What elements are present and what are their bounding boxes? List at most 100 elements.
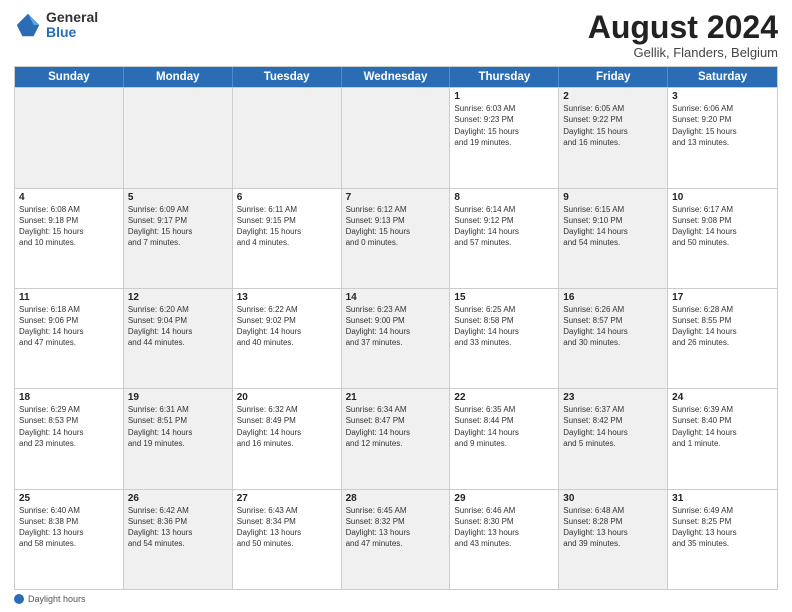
day-number: 21: [346, 392, 446, 403]
cal-cell-22: 22Sunrise: 6:35 AM Sunset: 8:44 PM Dayli…: [450, 389, 559, 488]
cell-data: Sunrise: 6:29 AM Sunset: 8:53 PM Dayligh…: [19, 404, 119, 449]
day-number: 17: [672, 292, 773, 303]
cell-data: Sunrise: 6:18 AM Sunset: 9:06 PM Dayligh…: [19, 304, 119, 349]
cell-data: Sunrise: 6:25 AM Sunset: 8:58 PM Dayligh…: [454, 304, 554, 349]
page: General Blue August 2024 Gellik, Flander…: [0, 0, 792, 612]
cal-cell-9: 9Sunrise: 6:15 AM Sunset: 9:10 PM Daylig…: [559, 189, 668, 288]
cal-cell-7: 7Sunrise: 6:12 AM Sunset: 9:13 PM Daylig…: [342, 189, 451, 288]
cell-data: Sunrise: 6:49 AM Sunset: 8:25 PM Dayligh…: [672, 505, 773, 550]
day-header-saturday: Saturday: [668, 67, 777, 87]
day-number: 6: [237, 192, 337, 203]
calendar-week-0: 1Sunrise: 6:03 AM Sunset: 9:23 PM Daylig…: [15, 87, 777, 187]
calendar-header: SundayMondayTuesdayWednesdayThursdayFrid…: [15, 67, 777, 87]
cal-cell-2: 2Sunrise: 6:05 AM Sunset: 9:22 PM Daylig…: [559, 88, 668, 187]
day-number: 23: [563, 392, 663, 403]
day-number: 19: [128, 392, 228, 403]
day-number: 27: [237, 493, 337, 504]
cal-cell-5: 5Sunrise: 6:09 AM Sunset: 9:17 PM Daylig…: [124, 189, 233, 288]
cell-data: Sunrise: 6:23 AM Sunset: 9:00 PM Dayligh…: [346, 304, 446, 349]
day-number: 28: [346, 493, 446, 504]
calendar-week-3: 18Sunrise: 6:29 AM Sunset: 8:53 PM Dayli…: [15, 388, 777, 488]
day-number: 5: [128, 192, 228, 203]
cal-cell-29: 29Sunrise: 6:46 AM Sunset: 8:30 PM Dayli…: [450, 490, 559, 589]
cal-cell-3: 3Sunrise: 6:06 AM Sunset: 9:20 PM Daylig…: [668, 88, 777, 187]
cell-data: Sunrise: 6:12 AM Sunset: 9:13 PM Dayligh…: [346, 204, 446, 249]
cal-cell-6: 6Sunrise: 6:11 AM Sunset: 9:15 PM Daylig…: [233, 189, 342, 288]
cal-cell-8: 8Sunrise: 6:14 AM Sunset: 9:12 PM Daylig…: [450, 189, 559, 288]
day-number: 8: [454, 192, 554, 203]
cell-data: Sunrise: 6:09 AM Sunset: 9:17 PM Dayligh…: [128, 204, 228, 249]
cell-data: Sunrise: 6:20 AM Sunset: 9:04 PM Dayligh…: [128, 304, 228, 349]
day-number: 29: [454, 493, 554, 504]
day-number: 11: [19, 292, 119, 303]
cell-data: Sunrise: 6:34 AM Sunset: 8:47 PM Dayligh…: [346, 404, 446, 449]
logo: General Blue: [14, 10, 98, 41]
day-number: 24: [672, 392, 773, 403]
day-number: 16: [563, 292, 663, 303]
cell-data: Sunrise: 6:28 AM Sunset: 8:55 PM Dayligh…: [672, 304, 773, 349]
cal-cell-23: 23Sunrise: 6:37 AM Sunset: 8:42 PM Dayli…: [559, 389, 668, 488]
calendar: SundayMondayTuesdayWednesdayThursdayFrid…: [14, 66, 778, 590]
header: General Blue August 2024 Gellik, Flander…: [14, 10, 778, 60]
cal-cell-27: 27Sunrise: 6:43 AM Sunset: 8:34 PM Dayli…: [233, 490, 342, 589]
cal-cell-12: 12Sunrise: 6:20 AM Sunset: 9:04 PM Dayli…: [124, 289, 233, 388]
cell-data: Sunrise: 6:15 AM Sunset: 9:10 PM Dayligh…: [563, 204, 663, 249]
cell-data: Sunrise: 6:05 AM Sunset: 9:22 PM Dayligh…: [563, 103, 663, 148]
day-number: 15: [454, 292, 554, 303]
day-number: 12: [128, 292, 228, 303]
cell-data: Sunrise: 6:35 AM Sunset: 8:44 PM Dayligh…: [454, 404, 554, 449]
day-number: 26: [128, 493, 228, 504]
cal-cell-11: 11Sunrise: 6:18 AM Sunset: 9:06 PM Dayli…: [15, 289, 124, 388]
cal-cell-16: 16Sunrise: 6:26 AM Sunset: 8:57 PM Dayli…: [559, 289, 668, 388]
logo-blue: Blue: [46, 25, 98, 40]
calendar-week-4: 25Sunrise: 6:40 AM Sunset: 8:38 PM Dayli…: [15, 489, 777, 589]
cell-data: Sunrise: 6:39 AM Sunset: 8:40 PM Dayligh…: [672, 404, 773, 449]
cell-data: Sunrise: 6:45 AM Sunset: 8:32 PM Dayligh…: [346, 505, 446, 550]
cal-cell-28: 28Sunrise: 6:45 AM Sunset: 8:32 PM Dayli…: [342, 490, 451, 589]
calendar-week-1: 4Sunrise: 6:08 AM Sunset: 9:18 PM Daylig…: [15, 188, 777, 288]
cell-data: Sunrise: 6:22 AM Sunset: 9:02 PM Dayligh…: [237, 304, 337, 349]
cal-cell-21: 21Sunrise: 6:34 AM Sunset: 8:47 PM Dayli…: [342, 389, 451, 488]
day-number: 9: [563, 192, 663, 203]
footer-label: Daylight hours: [28, 594, 86, 604]
location: Gellik, Flanders, Belgium: [588, 45, 778, 60]
day-number: 3: [672, 91, 773, 102]
logo-general: General: [46, 10, 98, 25]
cal-cell-26: 26Sunrise: 6:42 AM Sunset: 8:36 PM Dayli…: [124, 490, 233, 589]
day-number: 7: [346, 192, 446, 203]
day-number: 10: [672, 192, 773, 203]
day-number: 4: [19, 192, 119, 203]
day-header-monday: Monday: [124, 67, 233, 87]
cell-data: Sunrise: 6:26 AM Sunset: 8:57 PM Dayligh…: [563, 304, 663, 349]
cal-cell-10: 10Sunrise: 6:17 AM Sunset: 9:08 PM Dayli…: [668, 189, 777, 288]
cal-cell-15: 15Sunrise: 6:25 AM Sunset: 8:58 PM Dayli…: [450, 289, 559, 388]
cal-cell-empty-0-3: [342, 88, 451, 187]
day-number: 1: [454, 91, 554, 102]
cal-cell-1: 1Sunrise: 6:03 AM Sunset: 9:23 PM Daylig…: [450, 88, 559, 187]
day-header-thursday: Thursday: [450, 67, 559, 87]
cal-cell-13: 13Sunrise: 6:22 AM Sunset: 9:02 PM Dayli…: [233, 289, 342, 388]
cell-data: Sunrise: 6:42 AM Sunset: 8:36 PM Dayligh…: [128, 505, 228, 550]
cell-data: Sunrise: 6:17 AM Sunset: 9:08 PM Dayligh…: [672, 204, 773, 249]
cal-cell-4: 4Sunrise: 6:08 AM Sunset: 9:18 PM Daylig…: [15, 189, 124, 288]
day-header-wednesday: Wednesday: [342, 67, 451, 87]
cell-data: Sunrise: 6:32 AM Sunset: 8:49 PM Dayligh…: [237, 404, 337, 449]
day-number: 18: [19, 392, 119, 403]
daylight-dot: [14, 594, 24, 604]
cal-cell-20: 20Sunrise: 6:32 AM Sunset: 8:49 PM Dayli…: [233, 389, 342, 488]
cell-data: Sunrise: 6:31 AM Sunset: 8:51 PM Dayligh…: [128, 404, 228, 449]
cell-data: Sunrise: 6:11 AM Sunset: 9:15 PM Dayligh…: [237, 204, 337, 249]
logo-text: General Blue: [46, 10, 98, 41]
cell-data: Sunrise: 6:08 AM Sunset: 9:18 PM Dayligh…: [19, 204, 119, 249]
cell-data: Sunrise: 6:14 AM Sunset: 9:12 PM Dayligh…: [454, 204, 554, 249]
calendar-body: 1Sunrise: 6:03 AM Sunset: 9:23 PM Daylig…: [15, 87, 777, 589]
cell-data: Sunrise: 6:03 AM Sunset: 9:23 PM Dayligh…: [454, 103, 554, 148]
day-number: 25: [19, 493, 119, 504]
logo-icon: [14, 11, 42, 39]
cell-data: Sunrise: 6:40 AM Sunset: 8:38 PM Dayligh…: [19, 505, 119, 550]
day-number: 2: [563, 91, 663, 102]
day-header-tuesday: Tuesday: [233, 67, 342, 87]
cell-data: Sunrise: 6:43 AM Sunset: 8:34 PM Dayligh…: [237, 505, 337, 550]
cal-cell-empty-0-2: [233, 88, 342, 187]
cal-cell-31: 31Sunrise: 6:49 AM Sunset: 8:25 PM Dayli…: [668, 490, 777, 589]
